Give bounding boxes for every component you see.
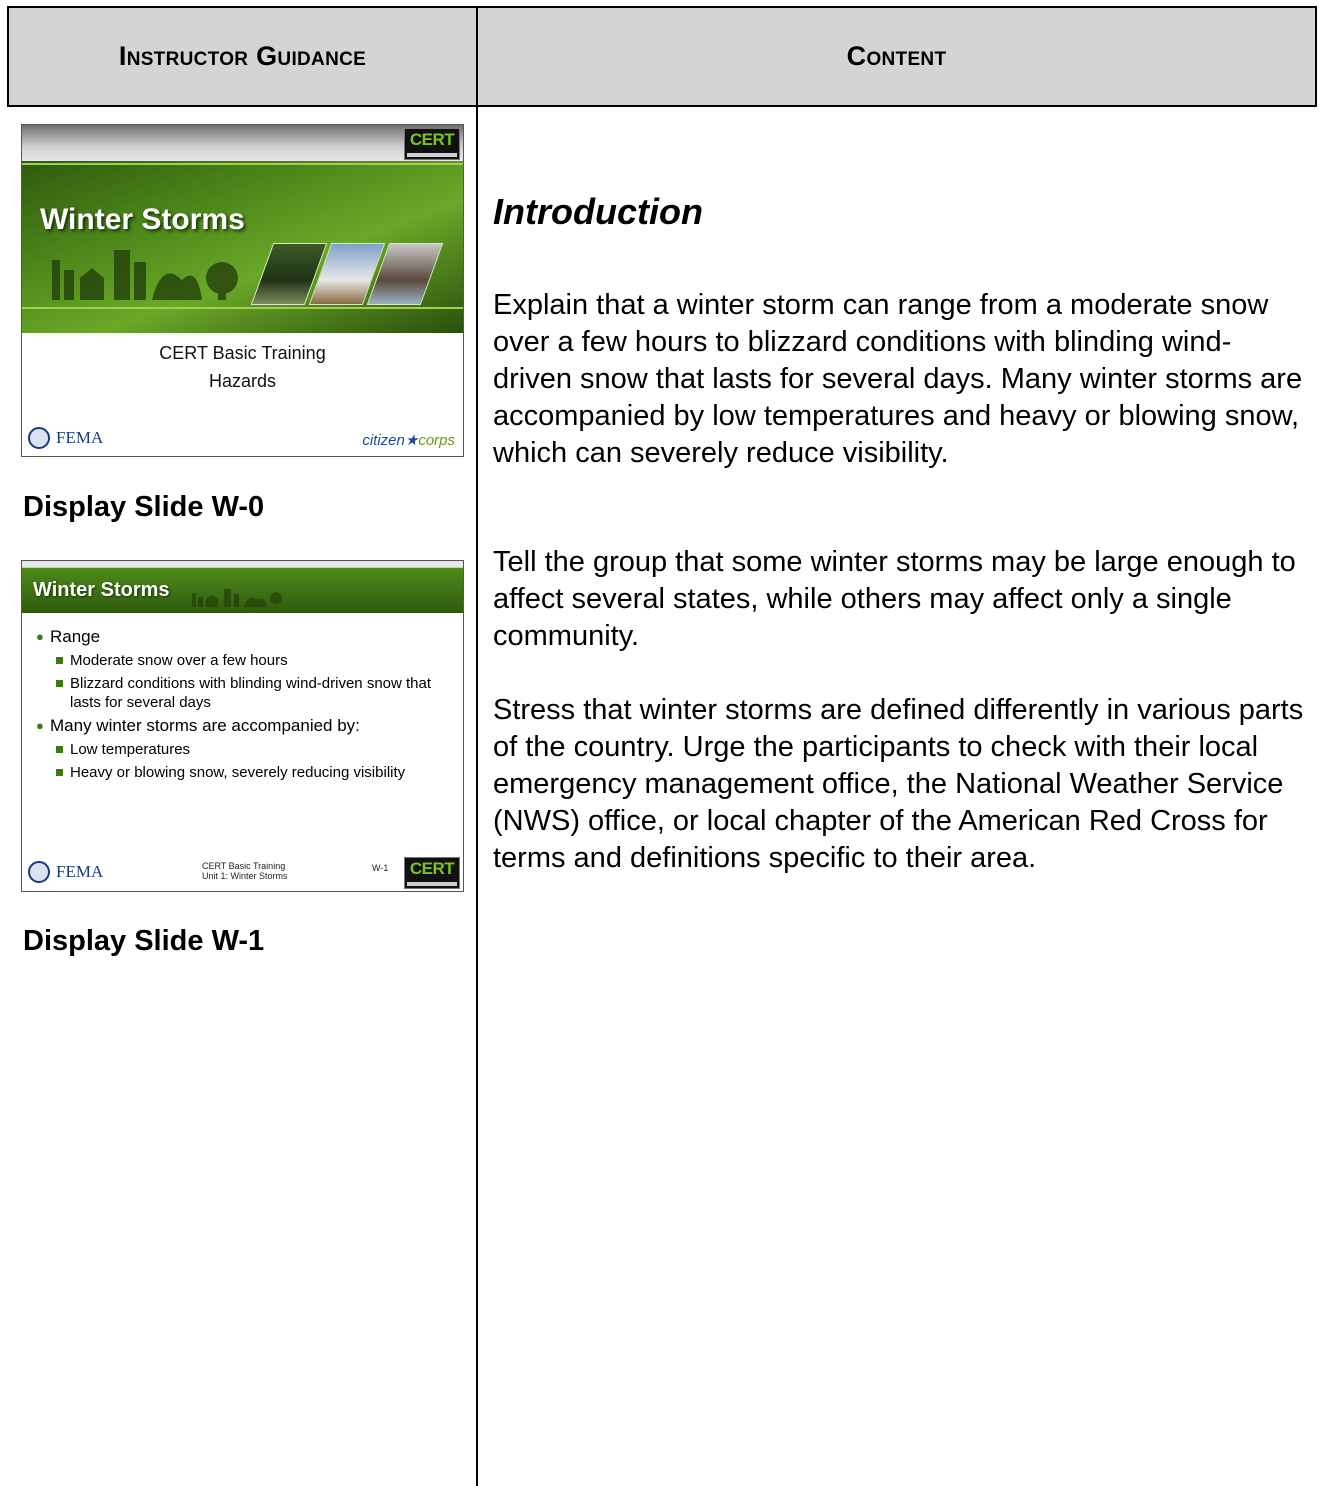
content-header: Content [846,41,947,71]
list-item: ● Range [36,627,101,646]
cert-logo: CERT [404,128,460,160]
dhs-seal-icon [28,427,50,449]
citizen-corps-logo: citizen★corps [362,432,455,449]
slide-footer: FEMA CERT Basic Training Unit 1: Winter … [22,855,463,891]
slide-thumbnail-w1: Winter Storms ● Range Moderate snow over … [21,560,464,892]
column-divider [476,6,478,1486]
slide-label-w1: Display Slide W-1 [23,925,265,957]
instructor-guidance-header: Instructor Guidance [118,41,367,71]
table-border-right [1315,6,1317,107]
slide-subtitle-2: Hazards [208,371,277,391]
cert-logo: CERT [404,857,460,889]
slide-title: Winter Storms [40,203,245,236]
slide-top-strip [22,125,463,161]
list-item: Blizzard conditions with blinding wind-d… [56,674,456,712]
slide-label-w0: Display Slide W-0 [23,491,265,523]
list-item: Heavy or blowing snow, severely reducing… [56,763,456,782]
fema-logo: FEMA [28,427,103,449]
list-item: ● Many winter storms are accompanied by: [36,716,360,735]
content-paragraph: Stress that winter storms are defined di… [493,694,1304,874]
slide-number: W-1 [372,863,389,873]
list-item: Moderate snow over a few hours [56,651,456,670]
dhs-seal-icon [28,861,50,883]
list-item: Low temperatures [56,740,456,759]
skyline-icon [192,589,282,607]
content-paragraph: Tell the group that some winter storms m… [493,546,1296,652]
section-heading: Introduction [493,191,703,232]
skyline-icon [52,250,238,300]
content-paragraph: Explain that a winter storm can range fr… [493,289,1303,469]
slide-subtitle: CERT Basic Training [159,343,326,363]
header-divider [7,105,1317,107]
slide-bullet-list: ● Range Moderate snow over a few hours Bl… [36,627,456,786]
slide-title: Winter Storms [33,579,170,601]
slide-thumbnail-w0: CERT Winter Storms CERT Basic Training H… [21,124,464,457]
slide-footer-text: CERT Basic Training Unit 1: Winter Storm… [202,861,288,881]
fema-logo: FEMA [28,861,103,883]
